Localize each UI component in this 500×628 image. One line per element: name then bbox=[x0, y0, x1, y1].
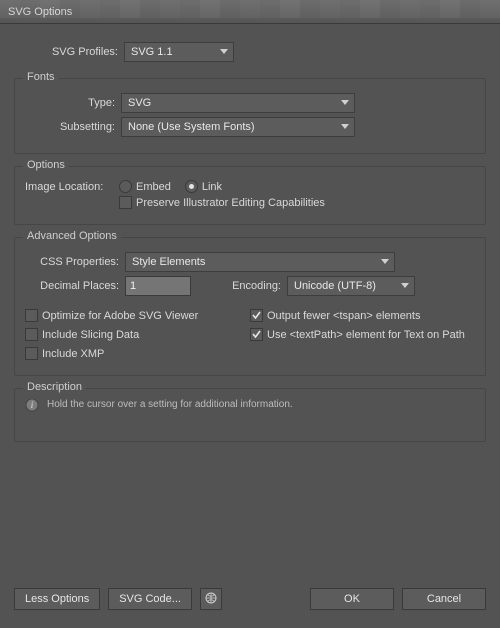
slicing-label: Include Slicing Data bbox=[42, 329, 139, 341]
image-location-row: Image Location: Embed Link bbox=[25, 180, 475, 193]
decimal-encoding-row: Decimal Places: Encoding: Unicode (UTF-8… bbox=[25, 276, 475, 296]
svg-options-dialog: SVG Options SVG Profiles: SVG 1.1 Fonts … bbox=[0, 0, 500, 628]
chevron-down-icon bbox=[338, 120, 352, 134]
font-subsetting-value: None (Use System Fonts) bbox=[128, 121, 255, 133]
optimize-checkbox[interactable] bbox=[25, 309, 38, 322]
decimal-label: Decimal Places: bbox=[25, 280, 125, 292]
cancel-button[interactable]: Cancel bbox=[402, 588, 486, 610]
embed-label: Embed bbox=[136, 181, 171, 193]
link-radio[interactable] bbox=[185, 180, 198, 193]
embed-radio[interactable] bbox=[119, 180, 132, 193]
xmp-row: Include XMP bbox=[25, 347, 250, 360]
css-properties-value: Style Elements bbox=[132, 256, 205, 268]
window-title: SVG Options bbox=[8, 6, 72, 18]
textpath-label: Use <textPath> element for Text on Path bbox=[267, 329, 465, 341]
image-location-label: Image Location: bbox=[25, 181, 119, 193]
tspan-row: Output fewer <tspan> elements bbox=[250, 309, 475, 322]
description-legend: Description bbox=[23, 381, 86, 393]
css-properties-label: CSS Properties: bbox=[25, 256, 125, 268]
chevron-down-icon bbox=[338, 96, 352, 110]
advanced-fieldset: Advanced Options CSS Properties: Style E… bbox=[14, 237, 486, 376]
textpath-checkbox[interactable] bbox=[250, 328, 263, 341]
description-text: i Hold the cursor over a setting for add… bbox=[25, 399, 475, 410]
preserve-label: Preserve Illustrator Editing Capabilitie… bbox=[136, 197, 325, 209]
svg-profiles-row: SVG Profiles: SVG 1.1 bbox=[14, 42, 486, 62]
preserve-checkbox[interactable] bbox=[119, 196, 132, 209]
slicing-checkbox[interactable] bbox=[25, 328, 38, 341]
encoding-dropdown[interactable]: Unicode (UTF-8) bbox=[287, 276, 415, 296]
tspan-checkbox[interactable] bbox=[250, 309, 263, 322]
css-properties-row: CSS Properties: Style Elements bbox=[25, 252, 475, 272]
tspan-label: Output fewer <tspan> elements bbox=[267, 310, 420, 322]
optimize-row: Optimize for Adobe SVG Viewer bbox=[25, 309, 250, 322]
advanced-checkboxes: Optimize for Adobe SVG Viewer Output few… bbox=[25, 306, 475, 363]
xmp-checkbox[interactable] bbox=[25, 347, 38, 360]
xmp-label: Include XMP bbox=[42, 348, 104, 360]
chevron-down-icon bbox=[378, 255, 392, 269]
font-subsetting-row: Subsetting: None (Use System Fonts) bbox=[25, 117, 475, 137]
info-icon: i bbox=[25, 398, 39, 415]
dialog-footer: Less Options SVG Code... OK Cancel bbox=[0, 578, 500, 628]
encoding-label: Encoding: bbox=[191, 280, 287, 292]
font-type-value: SVG bbox=[128, 97, 151, 109]
font-type-label: Type: bbox=[25, 97, 121, 109]
optimize-label: Optimize for Adobe SVG Viewer bbox=[42, 310, 198, 322]
options-fieldset: Options Image Location: Embed Link Prese… bbox=[14, 166, 486, 225]
slicing-row: Include Slicing Data bbox=[25, 328, 250, 341]
fonts-legend: Fonts bbox=[23, 71, 59, 83]
preview-web-button[interactable] bbox=[200, 588, 222, 610]
chevron-down-icon bbox=[398, 279, 412, 293]
encoding-value: Unicode (UTF-8) bbox=[294, 280, 376, 292]
link-label: Link bbox=[202, 181, 222, 193]
ok-button[interactable]: OK bbox=[310, 588, 394, 610]
titlebar-blur bbox=[0, 0, 500, 18]
preserve-row: Preserve Illustrator Editing Capabilitie… bbox=[25, 196, 475, 209]
description-hint: Hold the cursor over a setting for addit… bbox=[47, 399, 293, 410]
description-fieldset: Description i Hold the cursor over a set… bbox=[14, 388, 486, 442]
fonts-fieldset: Fonts Type: SVG Subsetting: None (Use Sy… bbox=[14, 78, 486, 154]
globe-icon bbox=[205, 592, 217, 607]
advanced-legend: Advanced Options bbox=[23, 230, 121, 242]
content-area: SVG Profiles: SVG 1.1 Fonts Type: SVG bbox=[0, 24, 500, 578]
decimal-input[interactable] bbox=[125, 276, 191, 296]
svg-code-button[interactable]: SVG Code... bbox=[108, 588, 192, 610]
chevron-down-icon bbox=[217, 45, 231, 59]
css-properties-dropdown[interactable]: Style Elements bbox=[125, 252, 395, 272]
less-options-button[interactable]: Less Options bbox=[14, 588, 100, 610]
font-subsetting-label: Subsetting: bbox=[25, 121, 121, 133]
svg-profiles-dropdown[interactable]: SVG 1.1 bbox=[124, 42, 234, 62]
options-legend: Options bbox=[23, 159, 69, 171]
textpath-row: Use <textPath> element for Text on Path bbox=[250, 328, 475, 341]
font-type-row: Type: SVG bbox=[25, 93, 475, 113]
svg-profiles-value: SVG 1.1 bbox=[131, 46, 173, 58]
titlebar: SVG Options bbox=[0, 0, 500, 24]
svg-profiles-label: SVG Profiles: bbox=[14, 46, 124, 58]
font-subsetting-dropdown[interactable]: None (Use System Fonts) bbox=[121, 117, 355, 137]
font-type-dropdown[interactable]: SVG bbox=[121, 93, 355, 113]
